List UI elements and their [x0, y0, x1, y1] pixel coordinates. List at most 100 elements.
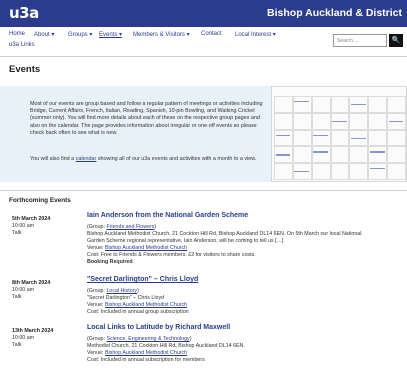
calendar-day-cell — [349, 163, 369, 180]
event-type: Talk — [12, 342, 22, 348]
header-bar: u3a Bishop Auckland & District — [0, 0, 407, 27]
calendar-day-cell — [292, 146, 312, 164]
group-link[interactable]: Friends and Flowers — [106, 224, 154, 230]
event-description-cont: Garden Scheme regional representative, I… — [87, 238, 284, 244]
event-date: 13th March 2024 — [12, 328, 54, 334]
calendar-day-cell — [349, 146, 369, 164]
nav-local-interest[interactable]: Local Interest ▾ — [235, 31, 276, 38]
calendar-event-marker — [313, 134, 329, 136]
calendar-day-cell — [292, 112, 312, 130]
calendar-day-cell — [387, 146, 406, 164]
divider — [0, 56, 407, 57]
venue-link[interactable]: Bishop Auckland Methodist Church — [105, 302, 187, 308]
calendar-event-marker — [350, 104, 366, 106]
nav-contact[interactable]: Contact — [201, 31, 222, 37]
event-date: 8th March 2024 — [12, 280, 51, 286]
chevron-down-icon: ▾ — [89, 32, 93, 38]
event-type: Talk — [12, 294, 22, 300]
nav-about[interactable]: About ▾ — [34, 31, 54, 38]
calendar-grid — [274, 96, 406, 181]
event-date: 5th March 2024 — [12, 216, 51, 222]
u3a-logo[interactable]: u3a — [9, 4, 39, 22]
calendar-day-cell — [349, 112, 369, 130]
calendar-day-cell — [387, 129, 406, 147]
calendar-day-cell — [311, 112, 331, 130]
venue-link[interactable]: Bishop Auckland Methodist Church — [105, 245, 187, 251]
calendar-event-marker — [332, 120, 347, 122]
event-title[interactable]: "Secret Darlington" – Chris Lloyd — [87, 276, 198, 283]
calendar-day-cell — [368, 146, 388, 164]
calendar-event-marker — [369, 168, 385, 170]
calendar-day-cell — [330, 96, 350, 113]
intro-paragraph: Most of our events are group based and f… — [30, 101, 263, 136]
calendar-event-marker — [294, 171, 310, 173]
site-title[interactable]: Bishop Auckland & District — [267, 7, 402, 19]
nav-home[interactable]: Home — [9, 31, 25, 37]
calendar-link[interactable]: calendar — [76, 156, 97, 162]
calendar-day-cell — [274, 129, 293, 147]
calendar-day-cell — [292, 96, 312, 113]
nav-u3a-links[interactable]: u3a Links — [9, 42, 35, 48]
event-cost: Cost: Included in annual subscription fo… — [87, 357, 205, 363]
event-venue: Venue: Bishop Auckland Methodist Church — [87, 302, 188, 308]
calendar-day-cell — [330, 129, 350, 147]
calendar-day-cell — [311, 96, 331, 113]
calendar-day-cell — [311, 163, 331, 180]
calendar-day-cell — [368, 96, 388, 113]
calendar-day-cell — [311, 129, 331, 147]
section-title: Forthcoming Events — [9, 197, 71, 204]
event-group: (Group: Science, Engineering & Technolog… — [87, 336, 192, 342]
intro-paragraph-calendar: You will also find a calendar showing al… — [30, 156, 257, 162]
event-title[interactable]: Iain Anderson from the National Garden S… — [87, 212, 248, 219]
event-description: Methodist Church, 21 Cockton Hill Rd, Bi… — [87, 343, 245, 349]
calendar-event-marker — [294, 101, 310, 103]
search-button[interactable]: 🔍 — [389, 34, 403, 47]
calendar-event-marker — [350, 137, 366, 139]
event-description: Bishop Auckland Methodist Church, 21 Coc… — [87, 231, 362, 237]
divider — [0, 190, 407, 191]
event-cost: Cost: Free to Friends & Flowers members.… — [87, 252, 256, 258]
event-venue: Venue: Bishop Auckland Methodist Church — [87, 350, 188, 356]
calendar-thumbnail[interactable] — [271, 86, 407, 182]
chevron-down-icon: ▾ — [119, 32, 123, 38]
calendar-day-cell — [368, 112, 388, 130]
calendar-day-cell — [330, 146, 350, 164]
main-nav: Home About ▾ Groups ▾ Events ▾ Members &… — [9, 31, 329, 53]
event-group: (Group: Friends and Flowers) — [87, 224, 157, 230]
event-booking: Booking Required — [87, 259, 133, 265]
calendar-day-cell — [330, 163, 350, 180]
calendar-day-cell — [274, 163, 293, 180]
event-title[interactable]: Local Links to Latitude by Richard Maxwe… — [87, 324, 230, 331]
search-icon: 🔍 — [391, 37, 401, 44]
event-cost: Cost: Included in annual group subscript… — [87, 309, 189, 315]
event-type: Talk — [12, 230, 22, 236]
calendar-day-cell — [368, 163, 388, 180]
event-time: 10:00 am — [12, 335, 35, 341]
calendar-day-cell — [274, 96, 293, 113]
page-title: Events — [9, 64, 41, 75]
calendar-day-cell — [292, 129, 312, 147]
event-time: 10:00 am — [12, 287, 35, 293]
calendar-day-cell — [387, 163, 406, 180]
search-input[interactable]: Search ... — [333, 34, 387, 47]
calendar-day-cell — [368, 129, 388, 147]
calendar-day-cell — [311, 146, 331, 164]
nav-members-visitors[interactable]: Members & Visitors ▾ — [133, 31, 190, 38]
chevron-down-icon: ▾ — [272, 32, 276, 38]
group-link[interactable]: Local History — [106, 288, 137, 294]
event-time: 10:00 am — [12, 223, 35, 229]
event-venue: Venue: Bishop Auckland Methodist Church — [87, 245, 188, 251]
chevron-down-icon: ▾ — [186, 32, 190, 38]
calendar-day-cell — [274, 112, 293, 130]
event-group: (Group: Local History) — [87, 288, 139, 294]
calendar-event-marker — [369, 151, 385, 153]
calendar-event-marker — [275, 154, 291, 156]
venue-link[interactable]: Bishop Auckland Methodist Church — [105, 350, 187, 356]
nav-events[interactable]: Events ▾ — [99, 31, 122, 38]
calendar-event-marker — [275, 134, 291, 136]
calendar-day-cell — [387, 96, 406, 113]
nav-groups[interactable]: Groups ▾ — [68, 31, 92, 38]
group-link[interactable]: Science, Engineering & Technology — [106, 336, 189, 342]
event-description: "Secret Darlington" – Chris Lloyd — [87, 295, 165, 301]
calendar-event-marker — [388, 120, 404, 122]
